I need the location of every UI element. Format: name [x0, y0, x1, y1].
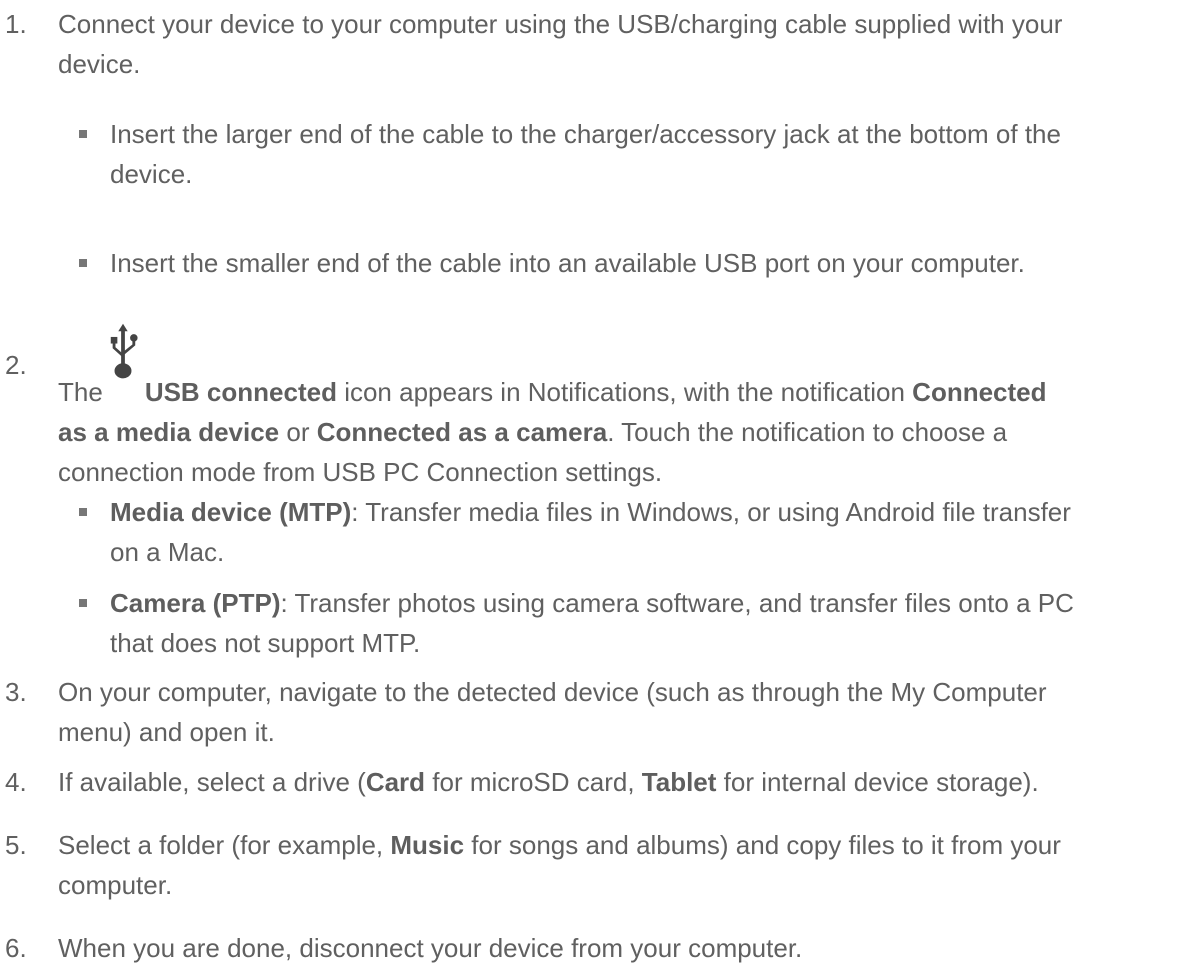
sub-item-text: Insert the smaller end of the cable into…	[110, 243, 1190, 283]
sub-item-line: Camera (PTP): Transfer photos using came…	[110, 583, 1190, 623]
bold-term: Connected	[912, 377, 1047, 407]
sub-item-text: Camera (PTP): Transfer photos using came…	[110, 583, 1190, 663]
step-text-fragment: for microSD card,	[425, 767, 642, 797]
step-text-line: When you are done, disconnect your devic…	[58, 933, 803, 963]
step-text-fragment: . Touch the notification to choose a	[607, 417, 1008, 447]
step-number: 2.	[5, 350, 27, 380]
step-text-fragment: icon appears in Notifications, with the …	[336, 377, 913, 407]
bullet-icon	[79, 508, 87, 516]
step-text-line: computer.	[58, 870, 173, 900]
step-text-line: menu) and open it.	[58, 717, 275, 747]
step-text-fragment: for songs and albums) and copy files to …	[464, 830, 1061, 860]
step-text-line: as a media device or Connected as a came…	[58, 412, 1188, 452]
sub-item-text: Insert the larger end of the cable to th…	[110, 114, 1190, 194]
bold-term: Tablet	[641, 767, 717, 797]
step-text-line: device.	[58, 49, 141, 79]
step-text-fragment: Select a folder (for example,	[58, 830, 391, 860]
step-text: Connect your device to your computer usi…	[58, 4, 1188, 84]
instructions-document: 1. Connect your device to your computer …	[0, 0, 1195, 977]
step-text-fragment: If available, select a drive (	[58, 767, 366, 797]
bullet-icon	[79, 130, 87, 138]
bold-term: Card	[365, 767, 426, 797]
step-number: 3.	[5, 677, 27, 707]
bullet-icon	[79, 599, 87, 607]
bold-term: as a media device	[58, 417, 280, 447]
sub-item-line: Insert the larger end of the cable to th…	[110, 119, 1061, 149]
sub-item-fragment: : Transfer media files in Windows, or us…	[351, 497, 1071, 527]
step-text-line: On your computer, navigate to the detect…	[58, 677, 1047, 707]
step-text-fragment: The	[58, 377, 103, 407]
sub-item-text: Media device (MTP): Transfer media files…	[110, 492, 1190, 572]
usb-connected-label: USB connected	[144, 377, 337, 407]
step-text: On your computer, navigate to the detect…	[58, 672, 1188, 752]
bold-term: Media device (MTP)	[110, 497, 352, 527]
step-text-fragment: or	[279, 417, 317, 447]
bold-term: Connected as a camera	[316, 417, 608, 447]
step-text-line: Connect your device to your computer usi…	[58, 9, 1063, 39]
sub-item-line: device.	[110, 159, 193, 189]
step-number: 5.	[5, 830, 27, 860]
sub-item-line: Insert the smaller end of the cable into…	[110, 248, 1025, 278]
step-number: 6.	[5, 933, 27, 963]
sub-item-line: that does not support MTP.	[110, 628, 421, 658]
usb-icon	[110, 323, 138, 379]
step-text: If available, select a drive (Card for m…	[58, 762, 1188, 802]
step-text-fragment: for internal device storage).	[716, 767, 1039, 797]
bullet-icon	[79, 259, 87, 267]
step-text-line: If available, select a drive (Card for m…	[58, 762, 1188, 802]
sub-item-fragment: : Transfer photos using camera software,…	[280, 588, 1074, 618]
sub-item-line: on a Mac.	[110, 537, 225, 567]
step-text-line: Select a folder (for example, Music for …	[58, 825, 1188, 865]
step-text-line: The USB connected icon appears in Notifi…	[58, 323, 1188, 412]
step-text: Select a folder (for example, Music for …	[58, 825, 1188, 905]
sub-item-line: Media device (MTP): Transfer media files…	[110, 492, 1190, 532]
step-number: 1.	[5, 9, 27, 39]
step-text-line: connection mode from USB PC Connection s…	[58, 457, 663, 487]
bold-term: Camera (PTP)	[110, 588, 281, 618]
step-number: 4.	[5, 767, 27, 797]
step-text: When you are done, disconnect your devic…	[58, 928, 1188, 968]
bold-term: Music	[390, 830, 465, 860]
step-text: The USB connected icon appears in Notifi…	[58, 323, 1188, 492]
